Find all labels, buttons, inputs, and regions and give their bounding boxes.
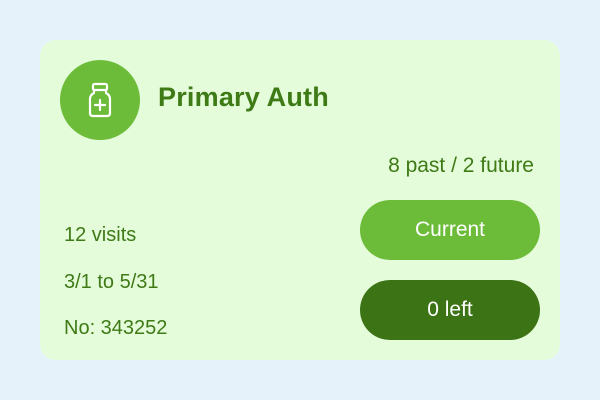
date-range: 3/1 to 5/31 <box>64 271 159 293</box>
auth-number: No: 343252 <box>64 317 168 339</box>
icon-badge <box>60 60 140 140</box>
medicine-vial-icon <box>88 82 112 118</box>
authorization-card: Primary Auth 8 past / 2 future 12 visits… <box>40 40 560 360</box>
visit-summary: 8 past / 2 future <box>388 154 534 177</box>
card-title: Primary Auth <box>158 82 329 112</box>
current-status-button[interactable]: Current <box>360 200 540 260</box>
visit-count: 12 visits <box>64 224 137 246</box>
remaining-visits-button[interactable]: 0 left <box>360 280 540 340</box>
